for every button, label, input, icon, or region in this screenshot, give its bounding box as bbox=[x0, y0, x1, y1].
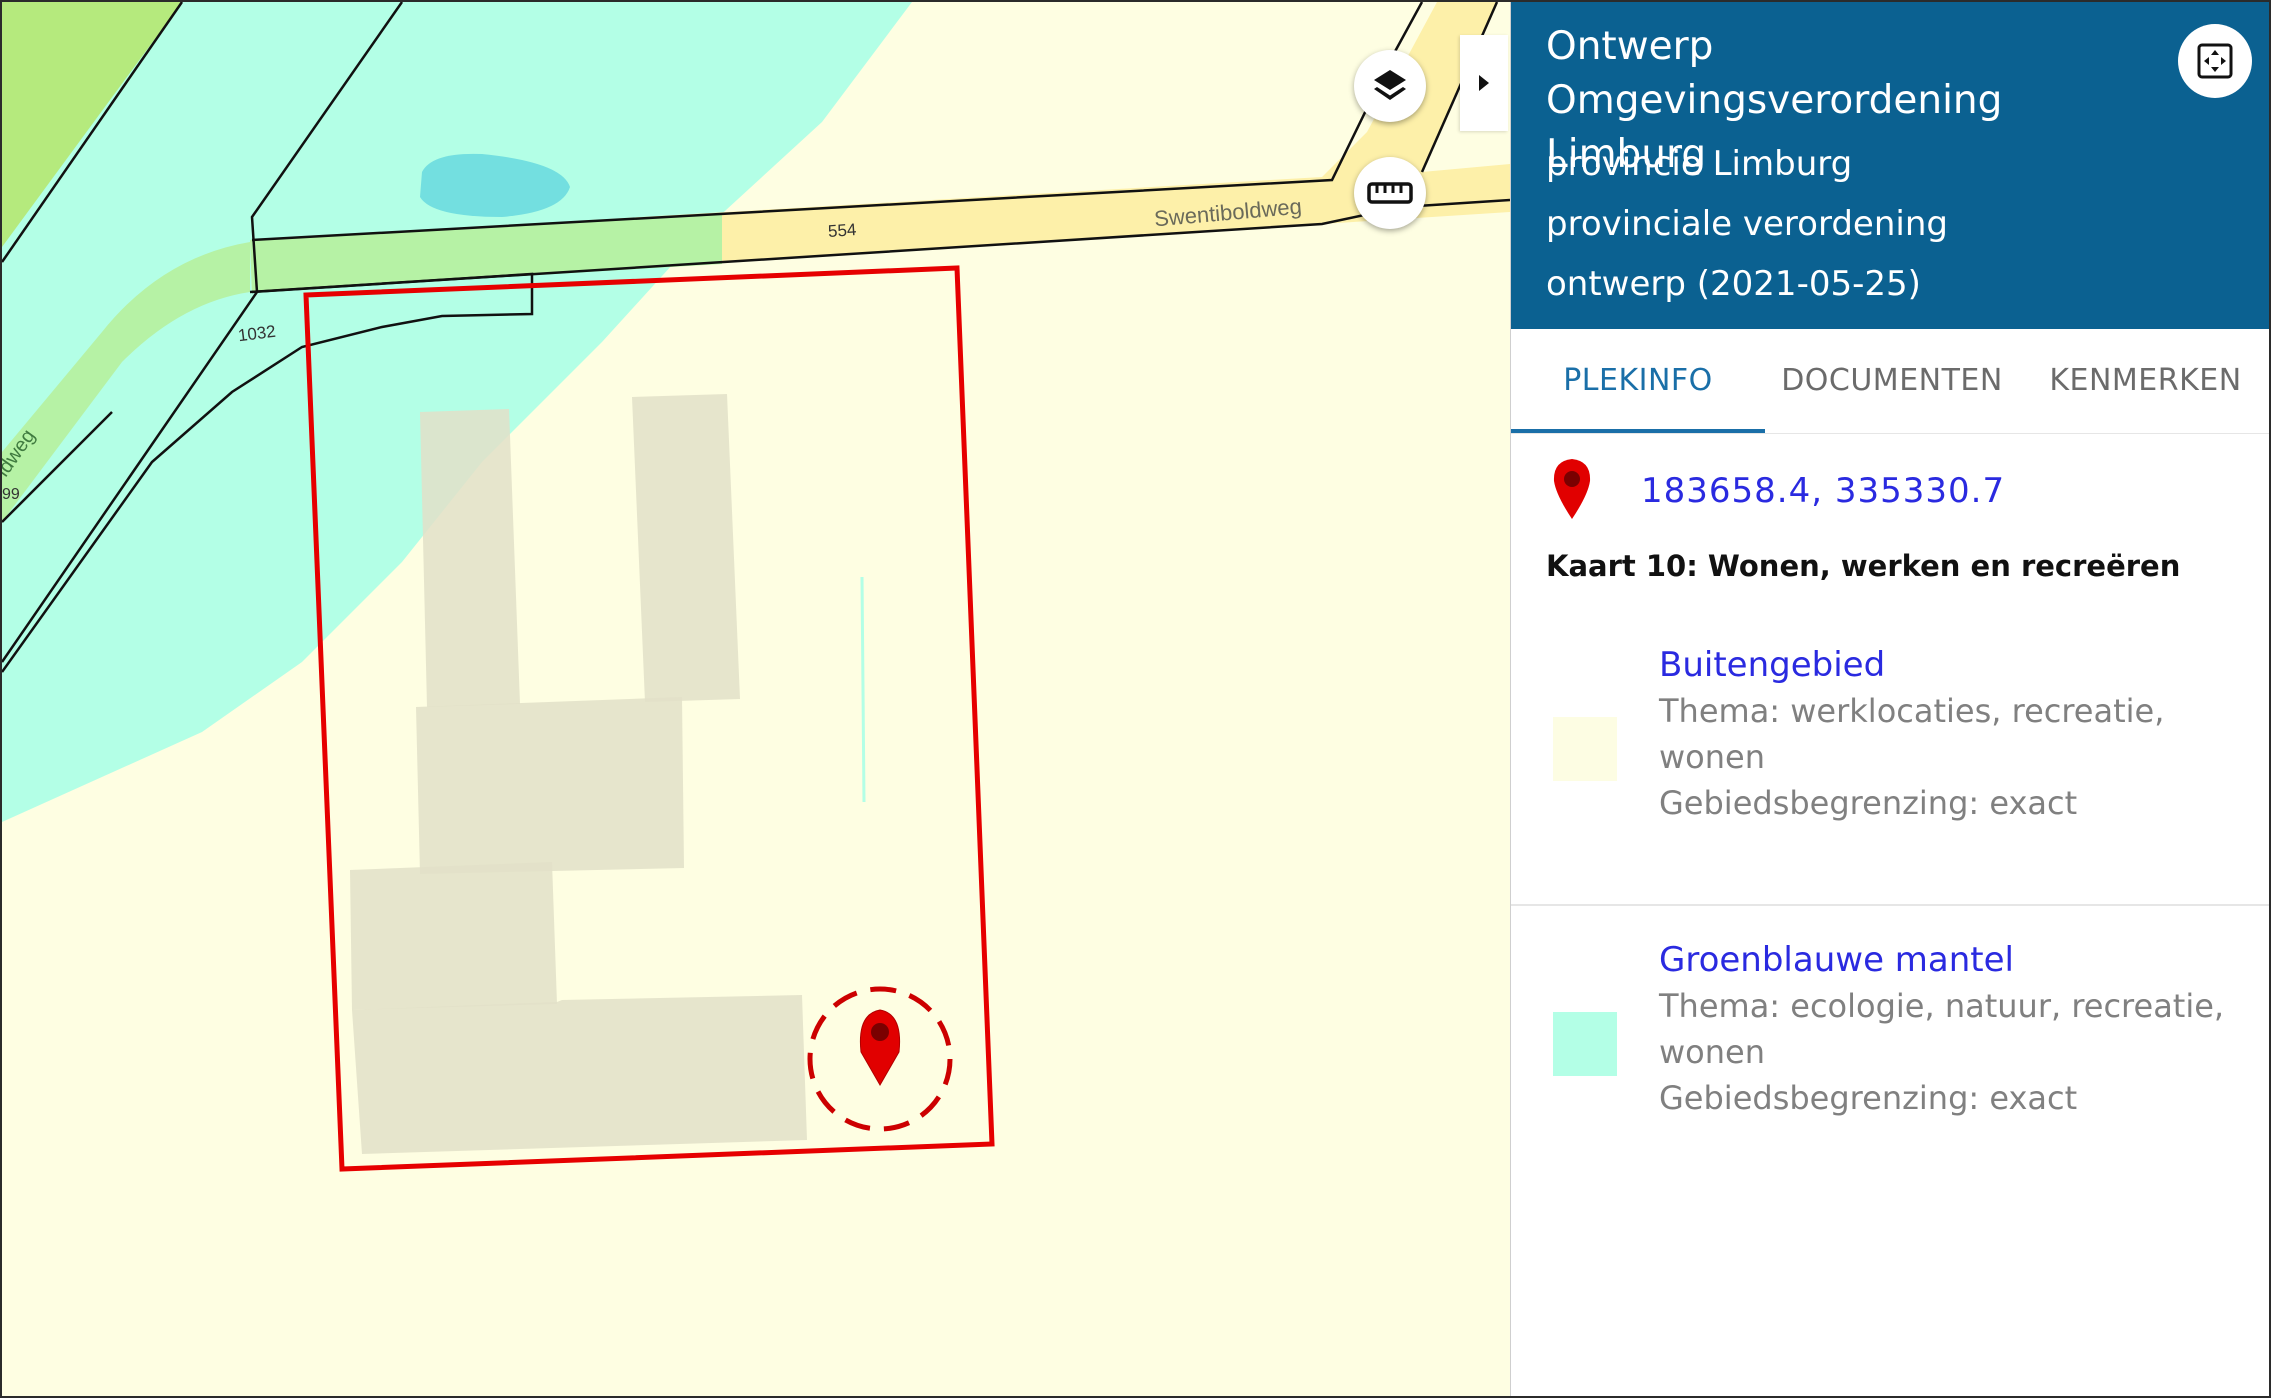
kaart-title: Kaart 10: Wonen, werken en recreëren bbox=[1546, 549, 2181, 583]
layers-icon bbox=[1374, 70, 1406, 100]
tab-documenten[interactable]: DOCUMENTEN bbox=[1765, 329, 2019, 433]
ruler-icon bbox=[1367, 182, 1413, 204]
caret-right-icon bbox=[1479, 75, 1489, 91]
tab-kenmerken[interactable]: KENMERKEN bbox=[2019, 329, 2269, 433]
collapse-panel-button[interactable] bbox=[1460, 35, 1508, 131]
location-pin-icon bbox=[1553, 459, 1591, 519]
legend-swatch-buitengebied bbox=[1553, 717, 1617, 781]
legend-name-link[interactable]: Groenblauwe mantel bbox=[1659, 937, 2239, 983]
map-viewport[interactable]: Swentiboldweg 554 1032 ldweg 99 bbox=[2, 2, 1510, 1396]
info-panel: Ontwerp Omgevingsverordening Limburg pro… bbox=[1510, 2, 2269, 1396]
legend-begrenzing: Gebiedsbegrenzing: exact bbox=[1659, 784, 2078, 822]
legend-thema: Thema: ecologie, natuur, recreatie, wone… bbox=[1659, 987, 2225, 1071]
plan-authority: provincie Limburg bbox=[1546, 144, 1853, 184]
tab-plekinfo[interactable]: PLEKINFO bbox=[1511, 329, 1765, 433]
legend-item: Buitengebied Thema: werklocaties, recrea… bbox=[1511, 642, 2269, 906]
fullscreen-button[interactable] bbox=[2178, 24, 2252, 98]
measure-button[interactable] bbox=[1354, 157, 1426, 229]
layers-button[interactable] bbox=[1354, 50, 1426, 122]
legend-name-link[interactable]: Buitengebied bbox=[1659, 642, 2239, 688]
legend-text: Buitengebied Thema: werklocaties, recrea… bbox=[1659, 642, 2239, 826]
legend-thema: Thema: werklocaties, recreatie, wonen bbox=[1659, 692, 2165, 776]
legend-text: Groenblauwe mantel Thema: ecologie, natu… bbox=[1659, 937, 2239, 1121]
plan-status: ontwerp (2021-05-25) bbox=[1546, 264, 1921, 304]
plan-type: provinciale verordening bbox=[1546, 204, 1948, 244]
parcel-number-label: 99 bbox=[2, 486, 20, 503]
legend-begrenzing: Gebiedsbegrenzing: exact bbox=[1659, 1079, 2078, 1117]
parcel-number-label: 554 bbox=[827, 220, 857, 241]
panel-header: Ontwerp Omgevingsverordening Limburg pro… bbox=[1511, 2, 2269, 329]
thin-line bbox=[860, 576, 866, 803]
legend-item: Groenblauwe mantel Thema: ecologie, natu… bbox=[1511, 937, 2269, 1167]
coordinates-link[interactable]: 183658.4, 335330.7 bbox=[1641, 471, 2005, 511]
panel-tabs: PLEKINFO DOCUMENTEN KENMERKEN bbox=[1511, 329, 2269, 434]
fullscreen-icon bbox=[2197, 43, 2233, 79]
app-frame: Swentiboldweg 554 1032 ldweg 99 Ontwerp … bbox=[0, 0, 2271, 1398]
legend-swatch-groenblauwe-mantel bbox=[1553, 1012, 1617, 1076]
